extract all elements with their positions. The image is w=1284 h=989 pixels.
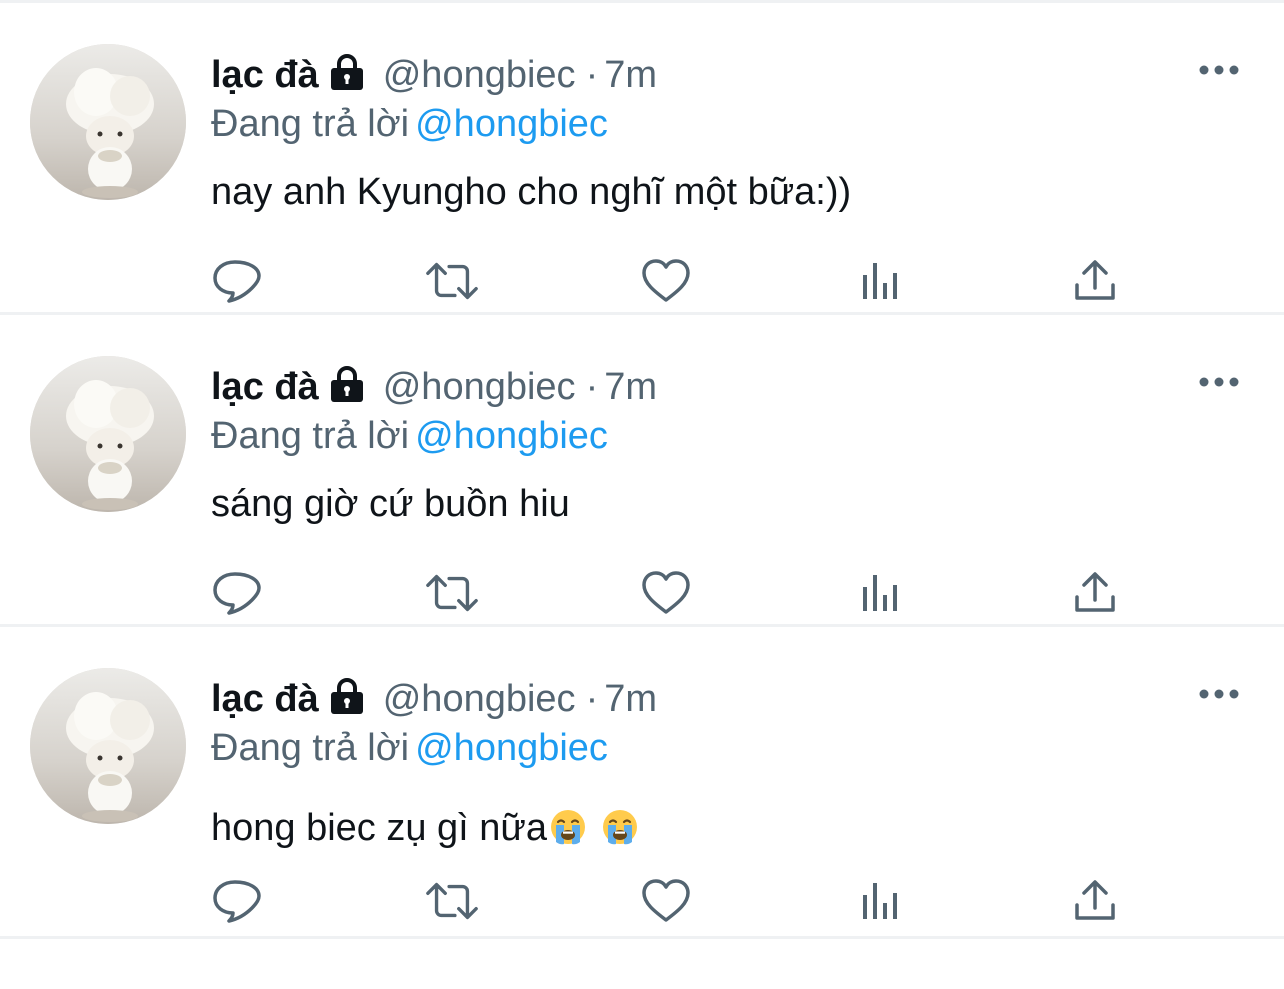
tweet-header: lạc đà @hongbiec · 7m (211, 50, 657, 103)
reply-icon[interactable] (209, 873, 265, 929)
lock-icon (327, 677, 367, 727)
timestamp[interactable]: 7m (604, 678, 657, 720)
stats-icon[interactable] (853, 873, 909, 929)
action-bar (0, 253, 1284, 313)
retweet-icon[interactable] (424, 565, 480, 621)
more-icon[interactable] (1198, 60, 1240, 80)
reply-prefix: Đang trả lời (211, 415, 410, 457)
reply-mention[interactable]: @hongbiec (415, 103, 608, 145)
tweet-text: nay anh Kyungho cho nghĩ một bữa:)) (211, 171, 852, 213)
stats-icon[interactable] (853, 253, 909, 309)
action-bar (0, 565, 1284, 625)
more-icon[interactable] (1198, 372, 1240, 392)
avatar[interactable] (30, 44, 186, 200)
share-icon[interactable] (1067, 253, 1123, 309)
reply-mention[interactable]: @hongbiec (415, 727, 608, 769)
replying-to: Đang trả lời @hongbiec (211, 411, 608, 461)
stats-icon[interactable] (853, 565, 909, 621)
more-icon[interactable] (1198, 684, 1240, 704)
handle[interactable]: @hongbiec (383, 366, 576, 408)
tweet-feed: lạc đà @hongbiec · 7m Đang trả lời @hongbiec… (0, 3, 1284, 939)
separator-dot: · (585, 54, 599, 96)
reply-icon[interactable] (209, 253, 265, 309)
tweet-header: lạc đà @hongbiec · 7m (211, 674, 657, 727)
share-icon[interactable] (1067, 565, 1123, 621)
retweet-icon[interactable] (424, 253, 480, 309)
display-name[interactable]: lạc đà (211, 54, 319, 96)
reply-prefix: Đang trả lời (211, 727, 410, 769)
heart-icon[interactable] (638, 565, 694, 621)
reply-prefix: Đang trả lời (211, 103, 410, 145)
replying-to: Đang trả lời @hongbiec (211, 723, 608, 773)
share-icon[interactable] (1067, 873, 1123, 929)
tweet-header: lạc đà @hongbiec · 7m (211, 362, 657, 415)
timestamp[interactable]: 7m (604, 54, 657, 96)
separator-dot: · (585, 366, 599, 408)
handle[interactable]: @hongbiec (383, 54, 576, 96)
lock-icon (327, 53, 367, 103)
tweet-text: sáng giờ cứ buồn hiu (211, 483, 570, 525)
timestamp[interactable]: 7m (604, 366, 657, 408)
tweet[interactable]: lạc đà @hongbiec · 7m Đang trả lời @hongbiec… (0, 315, 1284, 627)
reply-icon[interactable] (209, 565, 265, 621)
avatar[interactable] (30, 356, 186, 512)
reply-mention[interactable]: @hongbiec (415, 415, 608, 457)
retweet-icon[interactable] (424, 873, 480, 929)
avatar[interactable] (30, 668, 186, 824)
lock-icon (327, 365, 367, 415)
separator-dot: · (585, 678, 599, 720)
tweet[interactable]: lạc đà @hongbiec · 7m Đang trả lời @hongbiec… (0, 627, 1284, 939)
loudly-crying-face-icon (601, 808, 639, 846)
display-name[interactable]: lạc đà (211, 678, 319, 720)
handle[interactable]: @hongbiec (383, 678, 576, 720)
tweet-text: hong biec zụ gì nữa (211, 803, 639, 853)
display-name[interactable]: lạc đà (211, 366, 319, 408)
tweet-text-body: hong biec zụ gì nữa (211, 807, 548, 849)
heart-icon[interactable] (638, 873, 694, 929)
heart-icon[interactable] (638, 253, 694, 309)
loudly-crying-face-icon (549, 808, 587, 846)
action-bar (0, 873, 1284, 933)
tweet[interactable]: lạc đà @hongbiec · 7m Đang trả lời @hongbiec… (0, 3, 1284, 315)
replying-to: Đang trả lời @hongbiec (211, 99, 608, 149)
